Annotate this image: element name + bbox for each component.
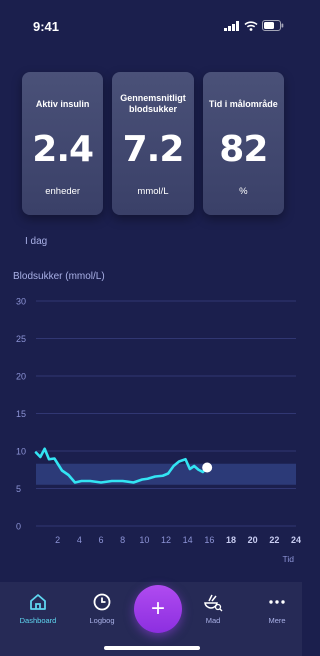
add-entry-button[interactable]: + — [134, 585, 182, 633]
home-icon — [30, 594, 46, 610]
x-tick-label: 14 — [183, 535, 193, 545]
nav-label: Mad — [205, 616, 221, 625]
card-average-glucose[interactable]: Gennemsnitligt blodsukker 7.2 mmol/L — [112, 72, 194, 215]
y-tick-label: 0 — [16, 522, 21, 532]
nav-logbook[interactable]: Logbog — [74, 592, 130, 625]
x-tick-label: 2 — [55, 535, 60, 545]
x-tick-label: 10 — [139, 535, 149, 545]
card-unit: % — [239, 186, 248, 197]
card-value: 2.4 — [32, 129, 94, 170]
clock-icon — [93, 593, 111, 611]
chart-title: Blodsukker (mmol/L) — [13, 271, 105, 282]
card-unit: mmol/L — [137, 186, 169, 197]
y-tick-label: 5 — [16, 484, 21, 494]
current-value-dot — [202, 462, 213, 473]
nav-label: Dashboard — [19, 616, 57, 625]
card-label: Gennemsnitligt blodsukker — [120, 93, 186, 114]
nav-more[interactable]: Mere — [249, 592, 305, 625]
card-time-in-range[interactable]: Tid i målområde 82 % — [202, 72, 284, 215]
card-unit: enheder — [45, 186, 81, 197]
card-value: 7.2 — [122, 129, 185, 170]
x-tick-label: 16 — [204, 535, 214, 545]
x-tick-label: 12 — [161, 535, 171, 545]
x-tick-label: 22 — [269, 535, 279, 545]
wifi-icon — [244, 20, 258, 31]
x-tick-label: 18 — [226, 535, 236, 545]
glucose-chart: 0510152025302 4 6 8 10 12 14 16 18 20 22 24Tid — [16, 297, 301, 565]
status-bar: 9:41 — [0, 0, 302, 44]
x-tick-label: 4 — [77, 535, 82, 545]
card-label: Tid i målområde — [208, 98, 278, 109]
card-active-insulin[interactable]: Aktiv insulin 2.4 enheder — [22, 72, 104, 215]
today-label[interactable]: I dag — [25, 236, 47, 247]
signal-icon — [224, 20, 239, 31]
y-tick-label: 20 — [16, 372, 26, 382]
y-tick-label: 25 — [16, 334, 26, 344]
home-indicator — [104, 646, 200, 650]
x-tick-label: 8 — [120, 535, 125, 545]
system-icons — [224, 20, 284, 31]
nav-label: Logbog — [89, 616, 115, 625]
y-tick-label: 15 — [16, 409, 26, 419]
summary-cards: Aktiv insulin 2.4 enheder Gennemsnitligt… — [22, 72, 284, 215]
x-tick-label: 6 — [98, 535, 103, 545]
x-tick-label: 20 — [248, 535, 258, 545]
battery-icon — [262, 20, 284, 31]
y-tick-label: 30 — [16, 297, 26, 307]
x-tick-label: 24 — [291, 535, 301, 545]
y-tick-label: 10 — [16, 447, 26, 457]
food-icon — [204, 594, 223, 612]
x-axis-label: Tid — [283, 554, 295, 564]
nav-dashboard[interactable]: Dashboard — [10, 592, 66, 625]
card-value: 82 — [219, 129, 268, 170]
nav-label: Mere — [268, 616, 286, 625]
plus-icon: + — [150, 595, 165, 622]
nav-food[interactable]: Mad — [185, 592, 241, 625]
status-time: 9:41 — [33, 19, 60, 34]
more-icon — [269, 600, 285, 604]
card-label: Aktiv insulin — [35, 98, 90, 109]
